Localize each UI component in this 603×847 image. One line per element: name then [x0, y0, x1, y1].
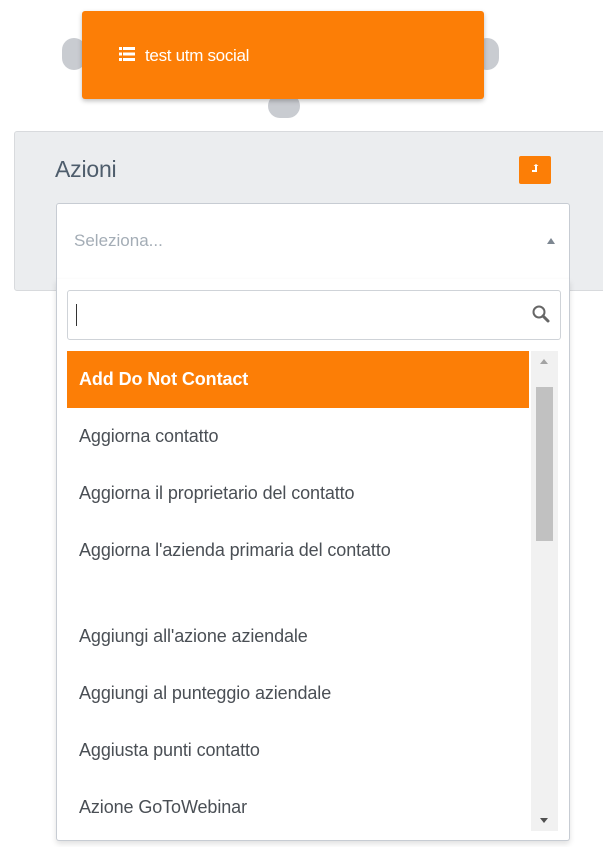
- scroll-thumb[interactable]: [536, 387, 553, 541]
- campaign-builder-canvas: test utm social Azioni Seleziona... Add …: [0, 0, 603, 847]
- select-placeholder: Seleziona...: [74, 231, 163, 250]
- action-select[interactable]: Seleziona...: [56, 203, 570, 280]
- search-field[interactable]: [67, 290, 561, 340]
- scroll-down-icon[interactable]: [540, 818, 548, 823]
- option-aggiorna-azienda-primaria[interactable]: Aggiorna l'azienda primaria del contatto: [67, 522, 529, 608]
- option-aggiorna-proprietario[interactable]: Aggiorna il proprietario del contatto: [67, 465, 529, 522]
- expand-button[interactable]: [519, 156, 551, 184]
- option-aggiungi-azione-aziendale[interactable]: Aggiungi all'azione aziendale: [67, 608, 529, 665]
- option-aggiungi-punteggio-aziendale[interactable]: Aggiungi al punteggio aziendale: [67, 665, 529, 722]
- option-aggiusta-punti-contatto[interactable]: Aggiusta punti contatto: [67, 722, 529, 779]
- campaign-source-node[interactable]: test utm social: [82, 11, 484, 99]
- text-cursor: [76, 304, 77, 326]
- option-aggiorna-contatto[interactable]: Aggiorna contatto: [67, 408, 529, 465]
- dropdown-scrollbar[interactable]: [531, 351, 558, 831]
- option-add-do-not-contact[interactable]: Add Do Not Contact: [67, 351, 529, 408]
- action-dropdown: Add Do Not Contact Aggiorna contatto Agg…: [56, 279, 570, 841]
- options-list: Add Do Not Contact Aggiorna contatto Agg…: [67, 351, 529, 836]
- search-input[interactable]: [69, 292, 519, 338]
- search-icon: [530, 303, 552, 325]
- option-azione-gotowebinar[interactable]: Azione GoToWebinar: [67, 779, 529, 836]
- scroll-up-icon[interactable]: [540, 359, 548, 364]
- caret-up-icon[interactable]: [547, 238, 555, 244]
- list-icon: [119, 47, 135, 61]
- node-title: test utm social: [145, 46, 250, 65]
- panel-title: Azioni: [55, 156, 117, 182]
- expand-icon: [530, 161, 540, 179]
